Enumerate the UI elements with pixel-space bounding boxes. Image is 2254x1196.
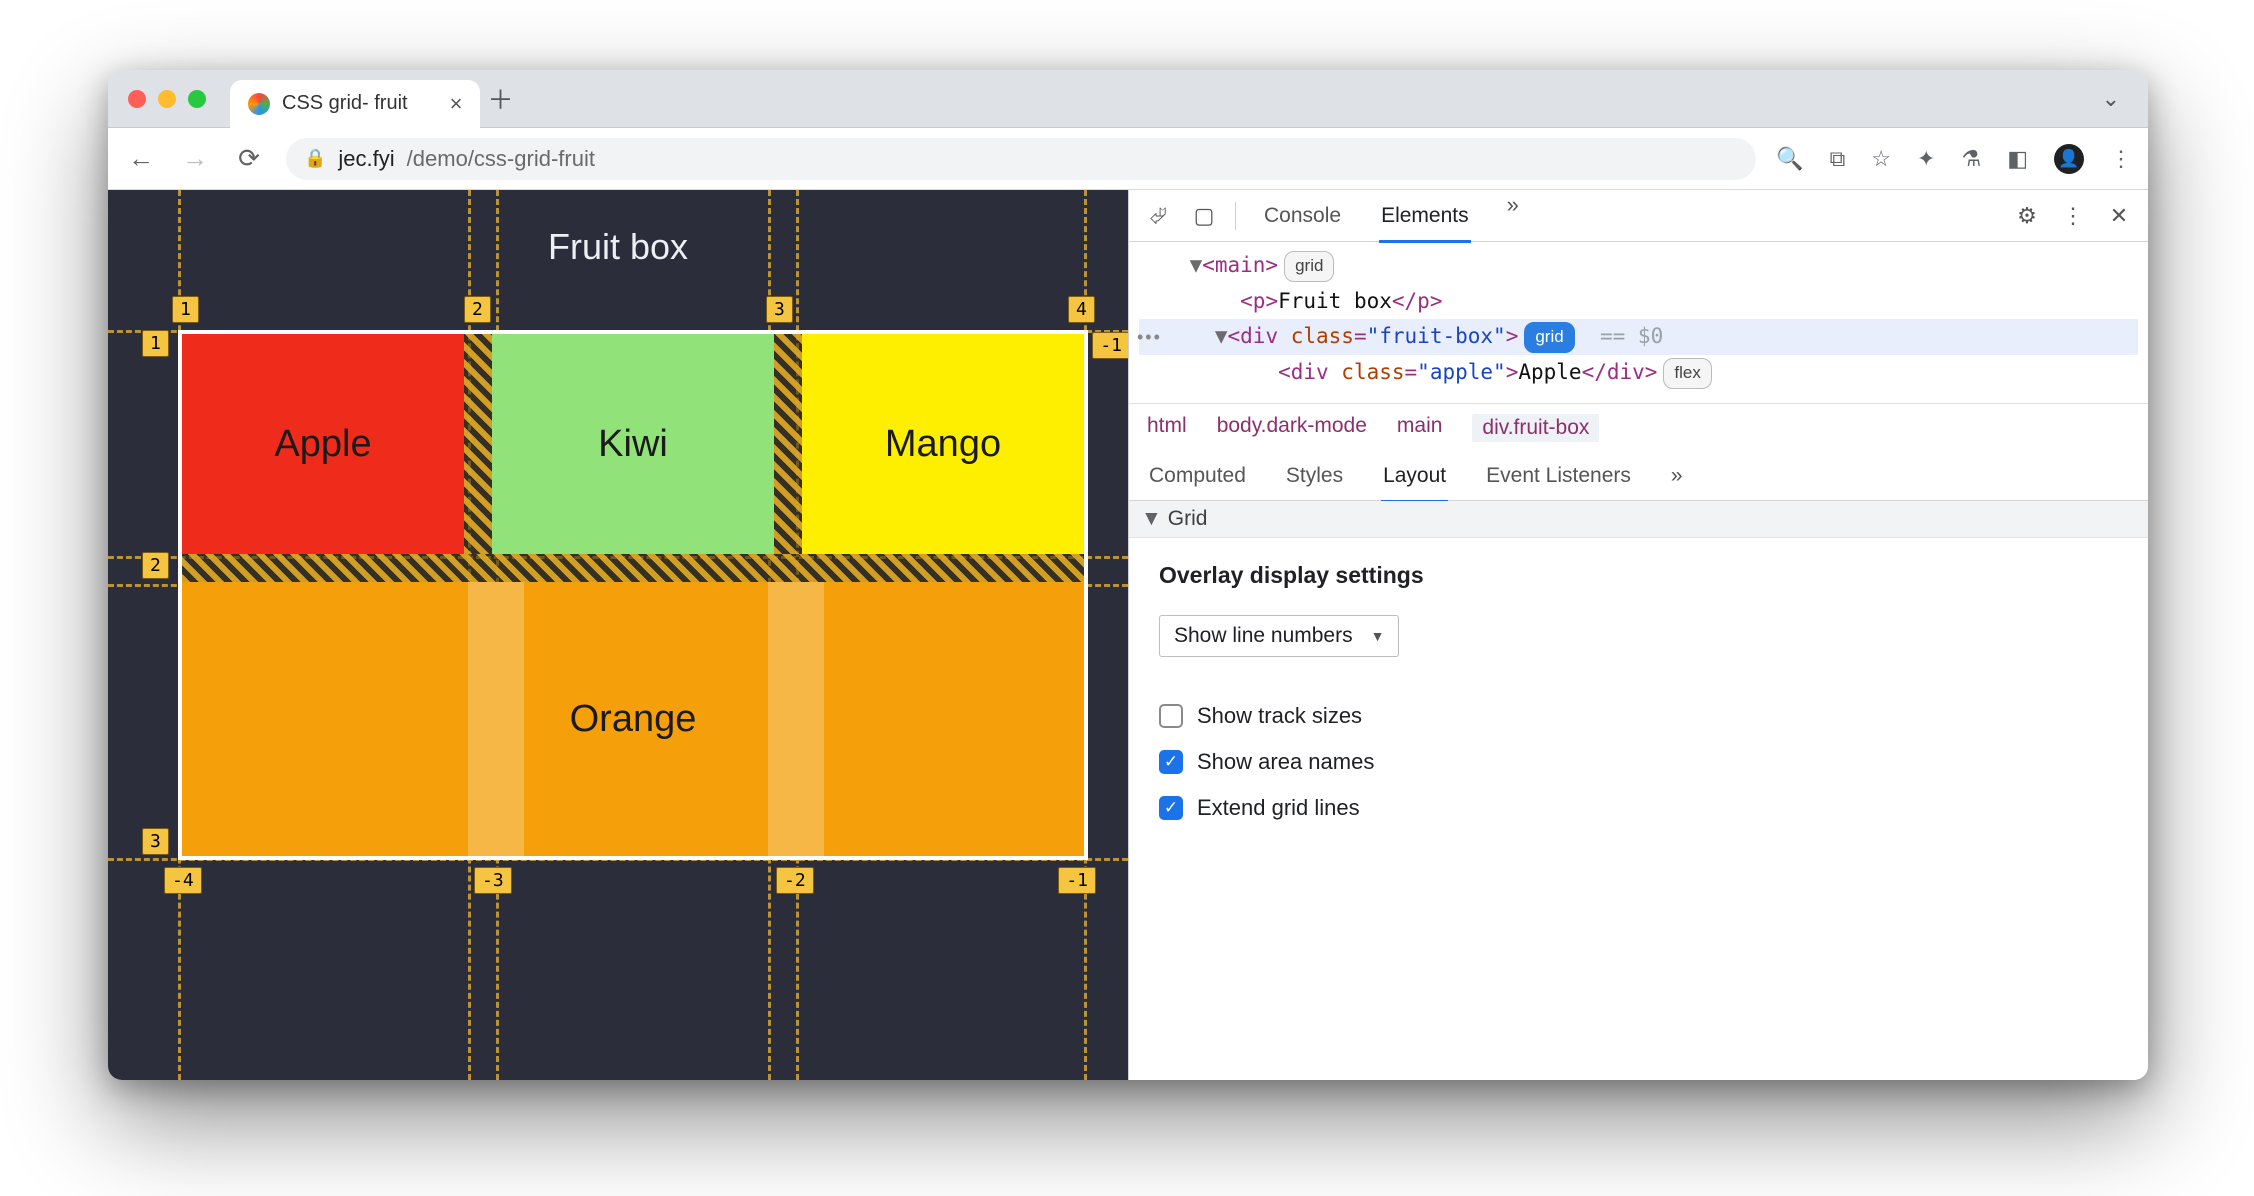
grid-line-label: 3 <box>766 296 793 323</box>
dom-tree[interactable]: ▼<main>grid <p>Fruit box</p> ▼<div class… <box>1129 242 2148 403</box>
forward-button[interactable]: → <box>178 143 212 174</box>
grid-cell-orange: Orange <box>182 582 1084 856</box>
grid-line-label: -1 <box>1058 867 1096 894</box>
content-area: Fruit box Apple Kiwi Mango Orange <box>108 190 2148 1080</box>
dom-p-open[interactable]: <p> <box>1240 289 1278 313</box>
grid-line-label: 2 <box>464 296 491 323</box>
address-bar[interactable]: 🔒 jec.fyi/demo/css-grid-fruit <box>286 138 1756 180</box>
browser-window: CSS grid- fruit × ＋ ⌄ ← → ⟳ 🔒 jec.fyi/de… <box>108 70 2148 1080</box>
devtools-toolbar: ⮰ ▢ Console Elements » ⚙ ⋮ ✕ <box>1129 190 2148 242</box>
grid-line-label: -4 <box>164 867 202 894</box>
check-label: Extend grid lines <box>1197 795 1360 821</box>
check-label: Show area names <box>1197 749 1374 775</box>
labs-icon[interactable]: ⚗ <box>1961 146 1981 172</box>
grid-badge-active[interactable]: grid <box>1524 322 1574 353</box>
tab-overflow-button[interactable]: ⌄ <box>2102 86 2120 112</box>
share-icon[interactable]: ⧉ <box>1830 146 1846 172</box>
check-area-names[interactable]: ✓ Show area names <box>1159 749 2118 775</box>
grid-line-label: 4 <box>1068 296 1095 323</box>
dom-selected-row[interactable]: ▼<div class="fruit-box">grid == $0 <box>1139 319 2138 355</box>
check-label: Show track sizes <box>1197 703 1362 729</box>
console-reference: == $0 <box>1600 324 1663 348</box>
window-controls <box>128 90 206 108</box>
breadcrumb: html body.dark-mode main div.fruit-box <box>1129 403 2148 452</box>
chevron-down-icon: ▼ <box>1371 628 1385 644</box>
toolbar-right: 🔍 ⧉ ☆ ✦ ⚗ ◧ 👤 ⋮ <box>1776 144 2132 174</box>
lock-icon: 🔒 <box>304 148 326 169</box>
breadcrumb-item[interactable]: body.dark-mode <box>1217 414 1367 442</box>
dom-main-tag[interactable]: <main> <box>1202 253 1278 277</box>
grid-cell-orange-label: Orange <box>570 698 697 741</box>
layout-pane: Overlay display settings Show line numbe… <box>1129 538 2148 865</box>
grid-line-label: 1 <box>172 296 199 323</box>
grid-line-label: 2 <box>142 552 169 579</box>
check-track-sizes[interactable]: Show track sizes <box>1159 703 2118 729</box>
toolbar: ← → ⟳ 🔒 jec.fyi/demo/css-grid-fruit 🔍 ⧉ … <box>108 128 2148 190</box>
device-toolbar-button[interactable]: ▢ <box>1189 203 1219 229</box>
new-tab-button[interactable]: ＋ <box>480 80 520 117</box>
check-extend-lines[interactable]: ✓ Extend grid lines <box>1159 795 2118 821</box>
subtab-styles[interactable]: Styles <box>1284 452 1345 500</box>
tab-bar: CSS grid- fruit × ＋ ⌄ <box>108 70 2148 128</box>
close-window-button[interactable] <box>128 90 146 108</box>
tab-title: CSS grid- fruit <box>282 92 408 115</box>
devtools-panel: ⮰ ▢ Console Elements » ⚙ ⋮ ✕ ▼<main>grid… <box>1128 190 2148 1080</box>
grid-cell-apple: Apple <box>182 334 464 554</box>
grid-badge[interactable]: grid <box>1284 251 1334 282</box>
checkbox-icon <box>1159 704 1183 728</box>
checkbox-icon: ✓ <box>1159 750 1183 774</box>
devtools-menu-button[interactable]: ⋮ <box>2058 203 2088 229</box>
close-tab-button[interactable]: × <box>450 91 463 117</box>
tab-elements[interactable]: Elements <box>1379 192 1471 240</box>
subtabs: Computed Styles Layout Event Listeners » <box>1129 452 2148 501</box>
grid-line-label: -2 <box>776 867 814 894</box>
overlay-settings-heading: Overlay display settings <box>1159 562 2118 589</box>
grid-cell-kiwi: Kiwi <box>492 334 774 554</box>
zoom-icon[interactable]: 🔍 <box>1776 146 1803 172</box>
reload-button[interactable]: ⟳ <box>232 143 266 174</box>
url-path: /demo/css-grid-fruit <box>407 146 595 172</box>
breadcrumb-item[interactable]: html <box>1147 414 1187 442</box>
page-viewport: Fruit box Apple Kiwi Mango Orange <box>108 190 1128 1080</box>
minimize-window-button[interactable] <box>158 90 176 108</box>
checkbox-icon: ✓ <box>1159 796 1183 820</box>
favicon-icon <box>248 93 270 115</box>
line-numbers-select[interactable]: Show line numbers ▼ <box>1159 615 1399 657</box>
dom-p-close: </p> <box>1392 289 1443 313</box>
tab-console[interactable]: Console <box>1262 192 1343 240</box>
grid-line-label: -1 <box>1092 332 1128 359</box>
grid-line-label: 3 <box>142 828 169 855</box>
maximize-window-button[interactable] <box>188 90 206 108</box>
back-button[interactable]: ← <box>124 143 158 174</box>
settings-gear-icon[interactable]: ⚙ <box>2012 203 2042 229</box>
tabs-overflow-button[interactable]: » <box>1507 192 1519 240</box>
close-devtools-button[interactable]: ✕ <box>2104 203 2134 229</box>
extensions-icon[interactable]: ✦ <box>1917 146 1935 172</box>
menu-button[interactable]: ⋮ <box>2110 146 2132 172</box>
bookmark-icon[interactable]: ☆ <box>1871 146 1891 172</box>
subtab-event-listeners[interactable]: Event Listeners <box>1484 452 1633 500</box>
dom-p-text: Fruit box <box>1278 289 1392 313</box>
subtabs-overflow-button[interactable]: » <box>1669 452 1685 500</box>
sidepanel-icon[interactable]: ◧ <box>2007 146 2028 172</box>
url-host: jec.fyi <box>338 146 394 172</box>
grid-line-label: -3 <box>474 867 512 894</box>
grid-overlay: Apple Kiwi Mango Orange 1 2 3 <box>178 330 1088 860</box>
subtab-layout[interactable]: Layout <box>1381 452 1448 500</box>
inspect-element-button[interactable]: ⮰ <box>1143 203 1173 229</box>
breadcrumb-item-selected[interactable]: div.fruit-box <box>1472 414 1599 442</box>
grid-cell-mango: Mango <box>802 334 1084 554</box>
grid-section-header[interactable]: ▼Grid <box>1129 501 2148 538</box>
breadcrumb-item[interactable]: main <box>1397 414 1443 442</box>
subtab-computed[interactable]: Computed <box>1147 452 1248 500</box>
grid-line-label: 1 <box>142 330 169 357</box>
flex-badge[interactable]: flex <box>1663 358 1711 389</box>
page-title: Fruit box <box>108 226 1128 268</box>
profile-avatar[interactable]: 👤 <box>2054 144 2084 174</box>
browser-tab[interactable]: CSS grid- fruit × <box>230 80 480 128</box>
select-value: Show line numbers <box>1174 624 1353 648</box>
